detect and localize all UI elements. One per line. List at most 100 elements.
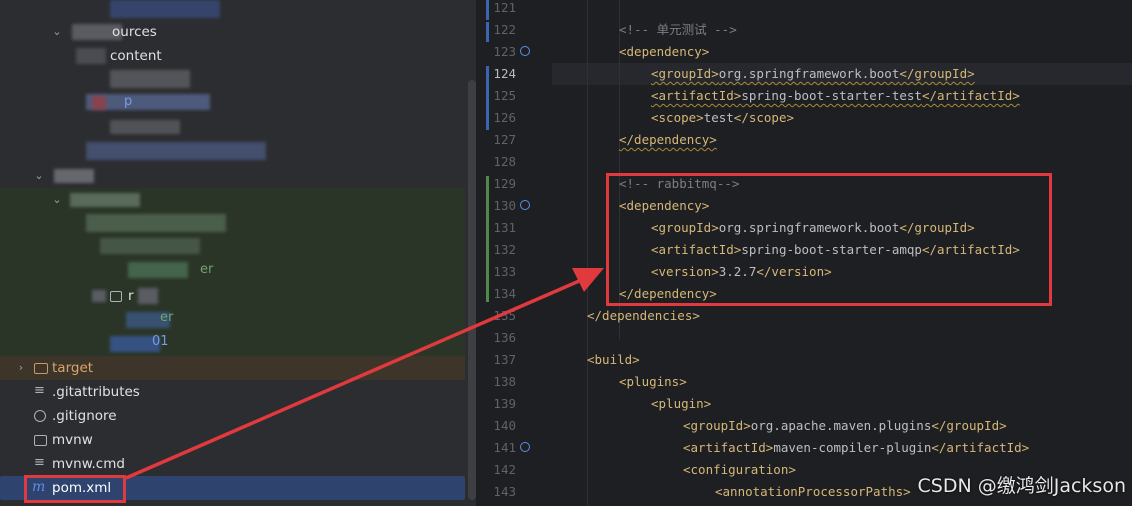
code-line[interactable]: 137 <build> bbox=[476, 349, 1132, 371]
chevron-down-icon[interactable]: ⌄ bbox=[32, 164, 46, 188]
obscured-row bbox=[110, 0, 220, 18]
tree-item-label: content bbox=[110, 48, 162, 64]
line-number: 136 bbox=[493, 330, 516, 345]
code-line[interactable]: 135 </dependencies> bbox=[476, 305, 1132, 327]
tree-item-label: target bbox=[52, 360, 94, 376]
line-number: 143 bbox=[493, 484, 516, 499]
rabbitmq-highlight-box bbox=[606, 173, 1052, 306]
code-line[interactable]: 140 <groupId>org.apache.maven.plugins</gr… bbox=[476, 415, 1132, 437]
code-line[interactable]: 126 <scope>test</scope> bbox=[476, 107, 1132, 129]
code-line[interactable]: 136 bbox=[476, 327, 1132, 349]
package-icon bbox=[110, 291, 122, 302]
text-file-icon: ≡ bbox=[34, 455, 45, 470]
project-tree-panel: ⌄ ources content p ⌄ ⌄ er r er 01 › targ… bbox=[0, 0, 476, 506]
tree-item-package[interactable]: r bbox=[0, 284, 476, 308]
line-number: 133 bbox=[493, 264, 516, 279]
line-number: 129 bbox=[493, 176, 516, 191]
code-line[interactable]: 121 bbox=[476, 0, 1132, 19]
line-number: 124 bbox=[493, 66, 516, 81]
code-line[interactable]: 123 <dependency> bbox=[476, 41, 1132, 63]
code-text: </dependency> bbox=[619, 132, 717, 147]
obscured-row bbox=[86, 142, 266, 160]
chevron-right-icon[interactable]: › bbox=[14, 356, 28, 380]
obscured-fragment: er bbox=[200, 262, 214, 277]
line-number: 134 bbox=[493, 286, 516, 301]
line-number: 125 bbox=[493, 88, 516, 103]
code-text: <dependency> bbox=[619, 44, 710, 59]
line-number: 132 bbox=[493, 242, 516, 257]
line-number: 121 bbox=[493, 0, 516, 15]
code-line[interactable]: 122 <!-- 单元测试 --> bbox=[476, 19, 1132, 41]
code-text: <plugins> bbox=[619, 374, 687, 389]
line-number: 131 bbox=[493, 220, 516, 235]
chevron-down-icon[interactable]: ⌄ bbox=[50, 20, 64, 44]
tree-scrollbar-thumb[interactable] bbox=[468, 80, 476, 500]
tree-item-mvnw[interactable]: mvnw bbox=[0, 428, 476, 452]
code-line[interactable]: 141 <artifactId>maven-compiler-plugin</ar… bbox=[476, 437, 1132, 459]
code-line[interactable]: 125 <artifactId>spring-boot-starter-test<… bbox=[476, 85, 1132, 107]
tree-item-label: mvnw.cmd bbox=[52, 456, 125, 472]
obscured-row bbox=[110, 70, 190, 88]
line-number: 138 bbox=[493, 374, 516, 389]
code-text: <plugin> bbox=[651, 396, 712, 411]
code-text: <artifactId>maven-compiler-plugin</artif… bbox=[683, 440, 1030, 455]
tree-item-label: .gitattributes bbox=[52, 384, 140, 400]
line-number: 135 bbox=[493, 308, 516, 323]
added-files-highlight bbox=[0, 188, 476, 356]
code-text: <!-- 单元测试 --> bbox=[619, 22, 737, 37]
line-number: 139 bbox=[493, 396, 516, 411]
obscured-row bbox=[100, 238, 200, 254]
code-text: <annotationProcessorPaths> bbox=[715, 484, 911, 499]
code-text: </dependencies> bbox=[587, 308, 700, 323]
code-line[interactable]: 139 <plugin> bbox=[476, 393, 1132, 415]
text-file-icon: ≡ bbox=[34, 383, 45, 398]
code-text: <groupId>org.springframework.boot</group… bbox=[651, 66, 975, 81]
obscured-fragment: 01 bbox=[152, 334, 169, 349]
obscured-row bbox=[128, 262, 188, 278]
obscured-row bbox=[92, 96, 106, 110]
code-line[interactable]: 138 <plugins> bbox=[476, 371, 1132, 393]
obscured-name bbox=[92, 290, 106, 302]
code-line[interactable]: 128 bbox=[476, 151, 1132, 173]
line-number: 137 bbox=[493, 352, 516, 367]
tree-item-mvnw-cmd[interactable]: ≡ mvnw.cmd bbox=[0, 452, 476, 476]
obscured-row bbox=[86, 214, 226, 232]
code-text: <build> bbox=[587, 352, 640, 367]
tree-item-gitignore[interactable]: .gitignore bbox=[0, 404, 476, 428]
pom-highlight-box bbox=[24, 475, 126, 503]
tree-item-content[interactable]: content bbox=[0, 44, 476, 68]
code-text: <artifactId>spring-boot-starter-test</ar… bbox=[651, 88, 1020, 103]
ignore-file-icon bbox=[34, 410, 46, 422]
code-line[interactable]: 127 </dependency> bbox=[476, 129, 1132, 151]
tree-item-gitattributes[interactable]: ≡ .gitattributes bbox=[0, 380, 476, 404]
folder-icon bbox=[34, 363, 48, 374]
line-number: 126 bbox=[493, 110, 516, 125]
line-number: 122 bbox=[493, 22, 516, 37]
obscured-row bbox=[110, 120, 180, 134]
obscured-name bbox=[76, 48, 106, 64]
code-text: <scope>test</scope> bbox=[651, 110, 795, 125]
line-number: 128 bbox=[493, 154, 516, 169]
obscured-name bbox=[138, 288, 158, 304]
line-number: 141 bbox=[493, 440, 516, 455]
watermark: CSDN @缴鸿剑Jackson bbox=[917, 475, 1126, 497]
obscured-fragment: er bbox=[160, 310, 174, 325]
tree-item-resources[interactable]: ⌄ ources bbox=[0, 20, 476, 44]
obscured-fragment: p bbox=[124, 94, 133, 109]
obscured-name bbox=[54, 169, 94, 183]
obscured-name bbox=[70, 193, 140, 207]
tree-item-folder[interactable]: ⌄ bbox=[0, 164, 476, 188]
tree-item-label: .gitignore bbox=[52, 408, 117, 424]
tree-item-label: r bbox=[128, 288, 134, 304]
line-number: 140 bbox=[493, 418, 516, 433]
code-text: <groupId>org.apache.maven.plugins</group… bbox=[683, 418, 1007, 433]
code-line[interactable]: 124 <groupId>org.springframework.boot</gr… bbox=[476, 63, 1132, 85]
tree-item-subfolder[interactable]: ⌄ bbox=[0, 188, 476, 212]
tree-item-target[interactable]: › target bbox=[0, 356, 476, 380]
line-number: 130 bbox=[493, 198, 516, 213]
chevron-down-icon[interactable]: ⌄ bbox=[50, 188, 64, 212]
tree-item-label: ources bbox=[112, 24, 157, 40]
line-number: 142 bbox=[493, 462, 516, 477]
line-number: 127 bbox=[493, 132, 516, 147]
line-number: 123 bbox=[493, 44, 516, 59]
